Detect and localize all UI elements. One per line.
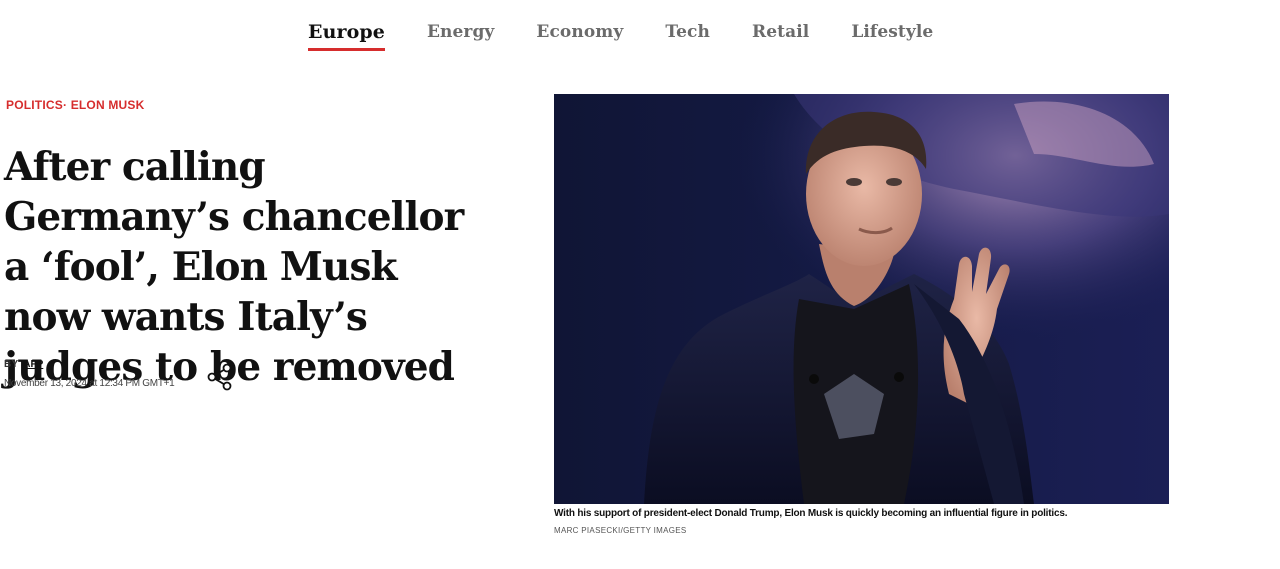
nav-item-energy[interactable]: Energy [427, 22, 494, 51]
nav-item-lifestyle[interactable]: Lifestyle [851, 22, 933, 51]
article-category: POLITICS· ELON MUSK [6, 98, 145, 112]
nav-item-tech[interactable]: Tech [665, 22, 710, 51]
author-link[interactable]: AFP [23, 359, 43, 370]
share-button[interactable] [205, 362, 235, 392]
publish-date: November 13, 2024 at 12:34 PM GMT+1 [4, 378, 175, 389]
image-credit: MARC PIASECKI/GETTY IMAGES [554, 526, 687, 535]
byline-prefix: BY [4, 359, 19, 370]
nav-item-economy[interactable]: Economy [536, 22, 623, 51]
byline: BY AFP [4, 359, 43, 370]
nav-item-europe[interactable]: Europe [308, 21, 385, 51]
category-link-elon-musk[interactable]: ELON MUSK [71, 98, 145, 112]
category-link-politics[interactable]: POLITICS [6, 98, 63, 112]
hero-image [554, 94, 1169, 504]
section-nav: Europe Energy Economy Tech Retail Lifest… [308, 21, 975, 51]
image-caption: With his support of president-elect Dona… [554, 508, 1068, 519]
share-icon [207, 363, 232, 391]
hero-photo-illustration [554, 94, 1169, 504]
article-headline: After calling Germany’s chancellor a ‘fo… [4, 144, 464, 390]
nav-item-retail[interactable]: Retail [752, 22, 809, 51]
